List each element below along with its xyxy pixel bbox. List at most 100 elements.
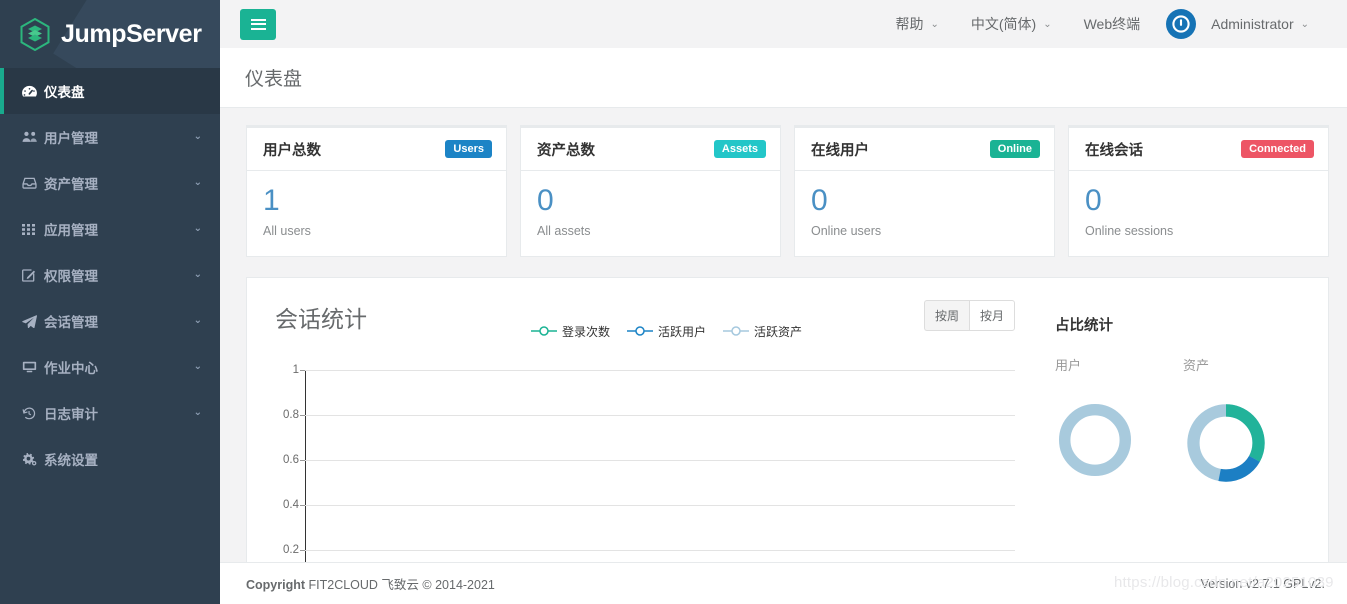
chevron-down-icon: ⌄ — [193, 223, 202, 234]
card-title: 资产总数 — [537, 142, 595, 159]
sidebar-item-label: 会话管理 — [44, 315, 98, 330]
user-name-label: Administrator — [1211, 16, 1294, 32]
donut-chart-users[interactable] — [1055, 400, 1183, 486]
sidebar-item-users[interactable]: 用户管理 ⌄ — [0, 114, 220, 160]
web-terminal-link[interactable]: Web终端 — [1068, 0, 1157, 48]
dashboard-icon — [22, 85, 44, 98]
y-tickmark — [300, 459, 305, 461]
donut-label-users: 用户 — [1055, 357, 1082, 373]
status-badge: Online — [989, 140, 1040, 158]
y-axis-tick-label: 1 — [292, 363, 299, 376]
chevron-down-icon: ⌄ — [193, 269, 202, 280]
language-label: 中文(简体) — [970, 16, 1037, 32]
sidebar-item-assets[interactable]: 资产管理 ⌄ — [0, 160, 220, 206]
help-menu[interactable]: 帮助 ⌄ — [879, 0, 954, 48]
copyright: Copyright FIT2CLOUD 飞致云 © 2014-2021 — [246, 574, 495, 593]
stat-subtitle: All users — [263, 223, 311, 238]
card-title: 用户总数 — [263, 142, 321, 159]
card-body: 0 Online sessions — [1069, 171, 1328, 256]
stat-subtitle: Online users — [811, 223, 882, 238]
donut-chart-assets[interactable] — [1183, 400, 1311, 486]
stat-value: 0 — [1085, 184, 1102, 217]
card-body: 0 Online users — [795, 171, 1054, 256]
chevron-down-icon: ⌄ — [193, 131, 202, 142]
stat-value: 1 — [263, 184, 280, 217]
app-root: JumpServer 仪表盘 用户管理 ⌄ 资产管理 ⌄ 应用管理 ⌄ 权限管理… — [0, 0, 1347, 604]
legend-label: 登录次数 — [562, 324, 611, 339]
chevron-down-icon: ⌄ — [193, 177, 202, 188]
language-menu[interactable]: 中文(简体) ⌄ — [955, 0, 1068, 48]
card-header: 在线用户 Online — [795, 128, 1054, 171]
session-statistics-panel: 会话统计 登录次数 活跃用户 活跃资产 1 0.8 0.6 0.4 0.2 按周… — [246, 276, 1329, 562]
y-axis-tick-label: 0.4 — [283, 498, 299, 511]
menu-toggle-button[interactable] — [240, 8, 276, 40]
card-title: 在线会话 — [1085, 142, 1143, 159]
topbar: 帮助 ⌄ 中文(简体) ⌄ Web终端 Administrator ⌄ — [220, 0, 1347, 48]
sidebar-item-sessions[interactable]: 会话管理 ⌄ — [0, 298, 220, 344]
user-menu[interactable]: Administrator ⌄ — [1156, 0, 1325, 48]
donut-chart-row — [1055, 400, 1328, 486]
stat-card-online-sessions: 在线会话 Connected 0 Online sessions — [1068, 125, 1329, 257]
range-button-group: 按周 按月 — [923, 299, 1015, 331]
desktop-icon — [22, 361, 44, 373]
page-header: 仪表盘 — [220, 48, 1347, 108]
card-header: 用户总数 Users — [247, 128, 506, 171]
sidebar: JumpServer 仪表盘 用户管理 ⌄ 资产管理 ⌄ 应用管理 ⌄ 权限管理… — [0, 0, 220, 604]
sidebar-item-dashboard[interactable]: 仪表盘 — [0, 68, 220, 114]
help-label: 帮助 — [895, 16, 924, 32]
legend-label: 活跃资产 — [754, 324, 803, 339]
ratio-panel-title: 占比统计 — [1055, 317, 1113, 334]
range-button-week[interactable]: 按周 — [923, 299, 969, 331]
card-body: 0 All assets — [521, 171, 780, 256]
legend-marker-icon — [531, 326, 557, 336]
brand-name: JumpServer — [61, 19, 202, 48]
legend-item-logins[interactable]: 登录次数 — [531, 323, 610, 340]
main-content: 用户总数 Users 1 All users 资产总数 Assets 0 All… — [220, 108, 1347, 562]
topbar-right-menu: 帮助 ⌄ 中文(简体) ⌄ Web终端 Administrator ⌄ — [879, 0, 1347, 48]
sidebar-item-applications[interactable]: 应用管理 ⌄ — [0, 206, 220, 252]
sidebar-item-label: 资产管理 — [44, 177, 98, 192]
gridline — [305, 504, 1015, 506]
sidebar-item-system-settings[interactable]: 系统设置 — [0, 436, 220, 482]
brand-logo[interactable]: JumpServer — [0, 0, 220, 68]
copyright-text: FIT2CLOUD 飞致云 © 2014-2021 — [305, 578, 495, 592]
card-header: 在线会话 Connected — [1069, 128, 1328, 171]
legend-item-active-users[interactable]: 活跃用户 — [627, 323, 706, 340]
range-button-month[interactable]: 按月 — [968, 299, 1015, 331]
sidebar-item-label: 应用管理 — [44, 223, 98, 238]
legend-item-active-assets[interactable]: 活跃资产 — [723, 323, 802, 340]
chevron-down-icon: ⌄ — [930, 18, 939, 30]
status-badge: Assets — [713, 140, 766, 158]
gears-icon — [22, 452, 44, 466]
y-axis-tick-label: 0.8 — [283, 408, 299, 421]
sidebar-item-permissions[interactable]: 权限管理 ⌄ — [0, 252, 220, 298]
users-icon — [22, 131, 44, 143]
sidebar-item-label: 仪表盘 — [44, 85, 85, 100]
legend-label: 活跃用户 — [658, 324, 707, 339]
legend-marker-icon — [723, 326, 750, 336]
stat-card-assets: 资产总数 Assets 0 All assets — [520, 125, 781, 257]
y-axis-tick-label: 0.2 — [283, 543, 299, 556]
chart-legend: 登录次数 活跃用户 活跃资产 — [531, 323, 802, 340]
y-tickmark — [300, 504, 305, 506]
web-terminal-label: Web终端 — [1083, 16, 1141, 32]
stat-card-online-users: 在线用户 Online 0 Online users — [794, 125, 1055, 257]
chevron-down-icon: ⌄ — [1300, 18, 1309, 30]
legend-marker-icon — [627, 326, 654, 336]
gridline — [305, 459, 1015, 461]
paper-plane-icon — [22, 314, 44, 328]
y-axis — [305, 369, 306, 562]
inbox-icon — [22, 177, 44, 189]
chevron-down-icon: ⌄ — [193, 315, 202, 326]
chevron-down-icon: ⌄ — [193, 407, 202, 418]
sidebar-item-job-center[interactable]: 作业中心 ⌄ — [0, 344, 220, 390]
donut-label-row: 用户 资产 — [1055, 355, 1328, 374]
sidebar-item-audit-logs[interactable]: 日志审计 ⌄ — [0, 390, 220, 436]
page-title: 仪表盘 — [245, 69, 303, 90]
chevron-down-icon: ⌄ — [193, 361, 202, 372]
card-header: 资产总数 Assets — [521, 128, 780, 171]
gridline — [305, 549, 1015, 551]
copyright-bold-label: Copyright — [246, 578, 306, 592]
edit-square-icon — [22, 268, 44, 282]
stat-subtitle: Online sessions — [1085, 223, 1174, 238]
